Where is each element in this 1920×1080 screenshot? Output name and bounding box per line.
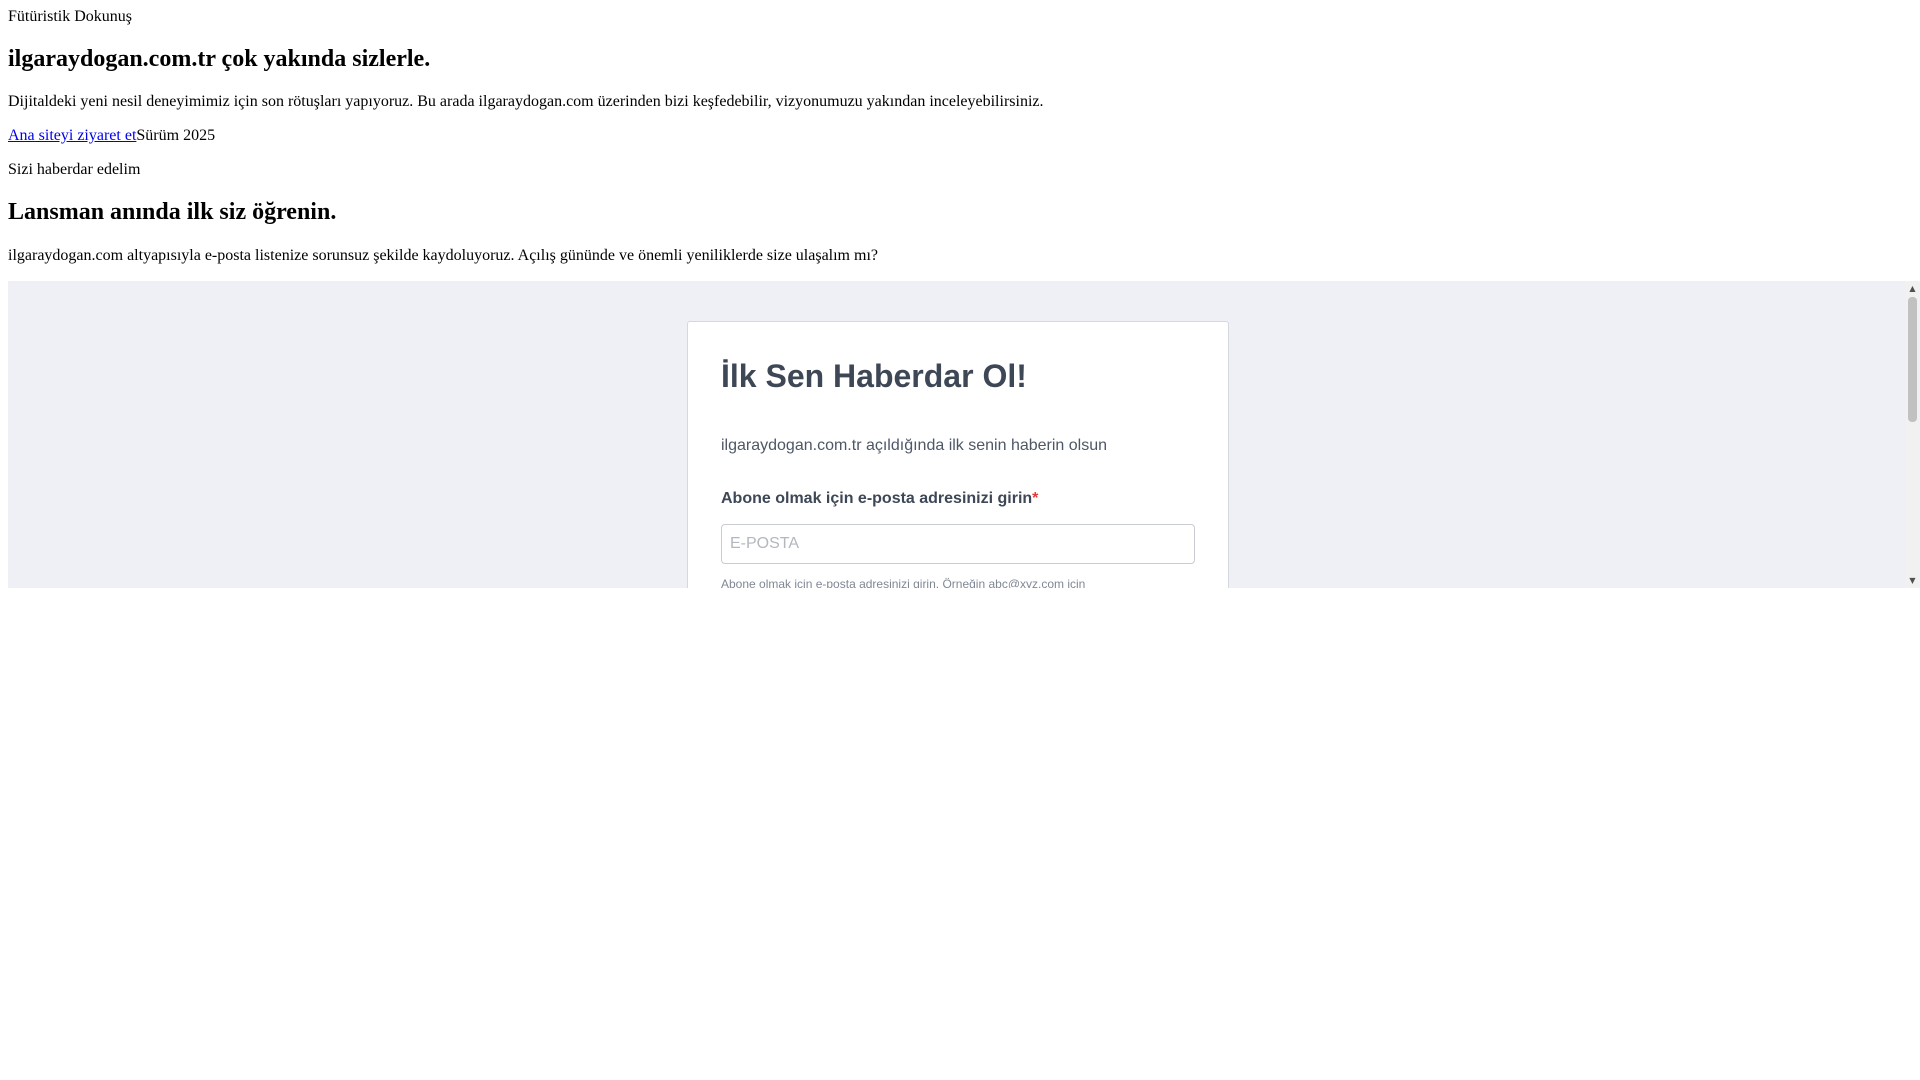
frame-scrollbar[interactable]: ▲ ▼ [1905, 281, 1920, 588]
subscribe-form-card: İlk Sen Haberdar Ol! ilgaraydogan.com.tr… [687, 321, 1229, 588]
launch-title: Lansman anında ilk siz öğrenin. [8, 199, 337, 225]
subscribe-form-frame[interactable]: İlk Sen Haberdar Ol! ilgaraydogan.com.tr… [8, 281, 1920, 588]
scrollbar-thumb[interactable] [1908, 297, 1917, 422]
page-title: ilgaraydogan.com.tr çok yakında sizlerle… [8, 46, 431, 72]
launch-description: ilgaraydogan.com altyapısıyla e-posta li… [8, 247, 878, 264]
chevron-up-icon[interactable]: ▲ [1905, 281, 1920, 296]
email-field-label: Abone olmak için e-posta adresinizi giri… [721, 490, 1038, 508]
notify-label: Sizi haberdar edelim [8, 161, 141, 178]
intro-text: Dijitaldeki yeni nesil deneyimimiz için … [8, 93, 1044, 110]
email-input[interactable] [721, 524, 1195, 564]
email-help-text: Abone olmak için e-posta adresinizi giri… [721, 577, 1086, 588]
form-subtitle: ilgaraydogan.com.tr açıldığında ilk seni… [721, 437, 1108, 454]
version-label: Sürüm 2025 [136, 127, 216, 144]
required-mark: * [1032, 490, 1039, 507]
email-label-text: Abone olmak için e-posta adresinizi giri… [721, 490, 1033, 507]
tagline: Fütüristik Dokunuş [8, 8, 133, 25]
link-row: Ana siteyi ziyaret etSürüm 2025 [8, 127, 215, 145]
visit-main-site-link[interactable]: Ana siteyi ziyaret et [8, 127, 136, 144]
form-title: İlk Sen Haberdar Ol! [721, 358, 1027, 394]
chevron-down-icon[interactable]: ▼ [1905, 573, 1920, 588]
